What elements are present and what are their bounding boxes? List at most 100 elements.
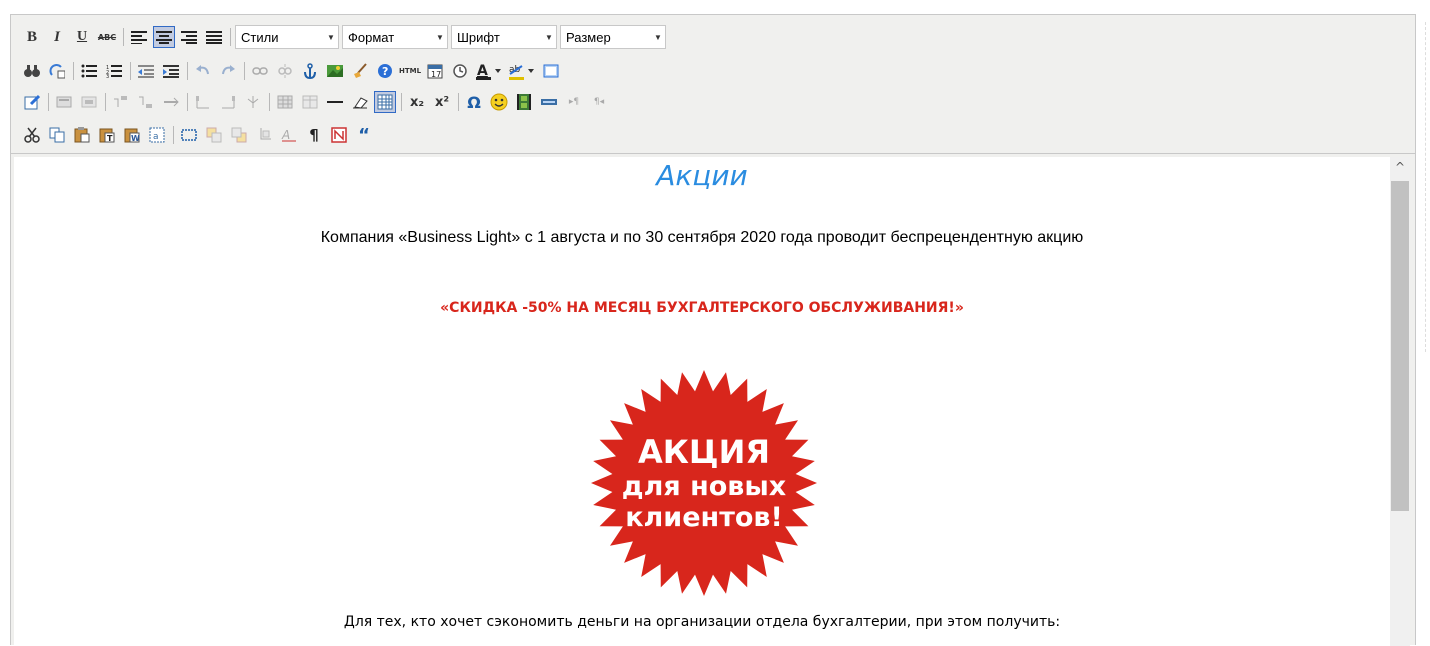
toolbar-row-2: 123 ? HTML 17 A ab (21, 57, 565, 85)
layer-backward-icon (231, 127, 247, 143)
insert-time-button[interactable] (449, 60, 471, 82)
italic-button[interactable]: I (46, 26, 68, 48)
redo-button[interactable] (217, 60, 239, 82)
nonbreaking-button[interactable] (328, 124, 350, 146)
background-color-button[interactable]: ab (507, 60, 537, 82)
underline-button[interactable]: U (71, 26, 93, 48)
move-layer-button[interactable] (78, 91, 100, 113)
table-props-button[interactable] (299, 91, 321, 113)
link-button[interactable] (249, 60, 271, 82)
layer-move-icon (81, 96, 97, 108)
unlink-button[interactable] (274, 60, 296, 82)
broom-icon (354, 63, 367, 78)
indent-button[interactable] (160, 60, 182, 82)
numbered-list-button[interactable]: 123 (103, 60, 125, 82)
show-blocks-button[interactable]: ¶ (303, 124, 325, 146)
svg-text:a: a (153, 132, 159, 142)
separator (130, 62, 131, 80)
style-props-button[interactable]: A (278, 124, 300, 146)
subscript-button[interactable]: x₂ (406, 91, 428, 113)
svg-text:A: A (477, 63, 488, 79)
paste-button[interactable] (71, 124, 93, 146)
bullet-list-button[interactable] (78, 60, 100, 82)
delete-row-button[interactable] (160, 91, 182, 113)
side-panel-edge (1425, 22, 1430, 352)
input-field-button[interactable] (538, 91, 560, 113)
remove-format-button[interactable] (349, 91, 371, 113)
superscript-button[interactable]: x² (431, 91, 453, 113)
text-color-button[interactable]: A (474, 60, 504, 82)
blockquote-button[interactable]: “ (353, 124, 375, 146)
media-button[interactable] (513, 91, 535, 113)
col-before-button[interactable] (192, 91, 214, 113)
smiley-icon (490, 93, 508, 111)
horizontal-rule-button[interactable] (324, 91, 346, 113)
copy-button[interactable] (46, 124, 68, 146)
col-delete-icon (247, 96, 259, 108)
insert-date-button[interactable]: 17 (424, 60, 446, 82)
send-backward-button[interactable] (228, 124, 250, 146)
fullscreen-button[interactable] (540, 60, 562, 82)
help-button[interactable]: ? (374, 60, 396, 82)
row-after-button[interactable] (135, 91, 157, 113)
editor-content[interactable]: Акции Компания «Business Light» с 1 авгу… (14, 157, 1390, 646)
paste-word-button[interactable]: W (121, 124, 143, 146)
html-button[interactable]: HTML (399, 60, 421, 82)
numbered-list-icon: 123 (106, 65, 122, 78)
insert-layer-button[interactable] (53, 91, 75, 113)
bold-button[interactable]: B (21, 26, 43, 48)
image-icon (327, 65, 343, 77)
insert-div-button[interactable] (178, 124, 200, 146)
align-left-button[interactable] (128, 26, 150, 48)
paste-text-button[interactable]: T (96, 124, 118, 146)
separator (187, 93, 188, 111)
calendar-icon: 17 (427, 64, 443, 79)
binoculars-icon (24, 65, 40, 77)
col-after-button[interactable] (217, 91, 239, 113)
anchor-button[interactable] (299, 60, 321, 82)
help-icon: ? (378, 64, 392, 78)
clock-icon (453, 64, 467, 78)
rtl-button[interactable]: ¶◂ (588, 91, 610, 113)
style-icon: A (281, 128, 296, 142)
absolute-position-button[interactable] (253, 124, 275, 146)
align-right-button[interactable] (178, 26, 200, 48)
nonbreaking-icon (331, 127, 347, 143)
format-dropdown[interactable]: Формат ▼ (342, 25, 448, 49)
special-char-button[interactable]: Ω (463, 91, 485, 113)
chevron-down-icon: ▼ (654, 32, 662, 42)
find-button[interactable] (21, 60, 43, 82)
select-all-button[interactable]: a (146, 124, 168, 146)
edit-css-button[interactable] (21, 91, 43, 113)
cut-button[interactable] (21, 124, 43, 146)
styles-dropdown[interactable]: Стили ▼ (235, 25, 339, 49)
visual-aid-button[interactable] (374, 91, 396, 113)
align-center-button[interactable] (153, 26, 175, 48)
align-justify-button[interactable] (203, 26, 225, 48)
font-dropdown[interactable]: Шрифт ▼ (451, 25, 557, 49)
emoticons-button[interactable] (488, 91, 510, 113)
promo-headline: «СКИДКА -50% НА МЕСЯЦ БУХГАЛТЕРСКОГО ОБС… (440, 300, 964, 316)
badge-line-3: клиентов! (625, 502, 783, 533)
ltr-button[interactable]: ▸¶ (563, 91, 585, 113)
strikethrough-button[interactable]: ABC (96, 26, 118, 48)
size-dropdown[interactable]: Размер ▼ (560, 25, 666, 49)
scrollbar-thumb[interactable] (1391, 181, 1409, 511)
delete-col-button[interactable] (242, 91, 264, 113)
cleanup-button[interactable] (349, 60, 371, 82)
undo-button[interactable] (192, 60, 214, 82)
outdent-button[interactable] (135, 60, 157, 82)
omega-icon: Ω (467, 92, 481, 112)
table-button[interactable] (274, 91, 296, 113)
svg-text:A: A (281, 128, 290, 142)
align-justify-icon (206, 31, 222, 44)
row-before-button[interactable] (110, 91, 132, 113)
separator (123, 28, 124, 46)
bring-forward-button[interactable] (203, 124, 225, 146)
image-button[interactable] (324, 60, 346, 82)
scroll-up-icon[interactable]: ^ (1390, 157, 1410, 177)
paste-word-icon: W (124, 128, 140, 143)
vertical-scrollbar[interactable]: ^ (1390, 157, 1410, 646)
input-icon (541, 99, 557, 105)
replace-button[interactable] (46, 60, 68, 82)
